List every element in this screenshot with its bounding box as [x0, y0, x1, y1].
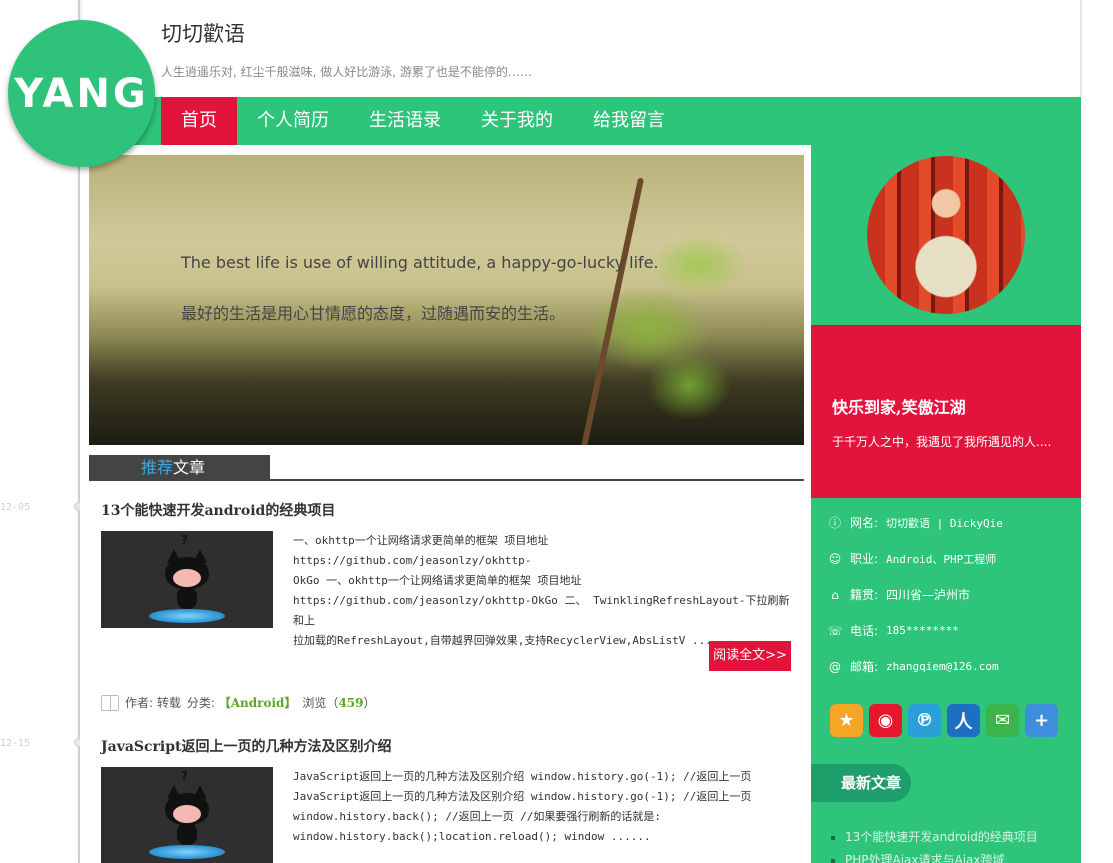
- article-thumbnail[interactable]: ?: [101, 767, 273, 863]
- phone-icon: ☏: [827, 623, 843, 638]
- octocat-icon: [161, 785, 213, 845]
- site-title[interactable]: 切切歡语: [161, 18, 245, 48]
- section-heading-highlight: 推荐: [141, 458, 174, 477]
- info-value: 四川省—泸州市: [886, 588, 971, 602]
- latest-articles-heading: 最新文章: [811, 764, 911, 802]
- tencent-weibo-icon[interactable]: ℗: [908, 704, 941, 737]
- article-thumbnail[interactable]: ?: [101, 531, 273, 628]
- info-label: 职业:: [850, 552, 879, 566]
- home-icon: ⌂: [831, 587, 839, 602]
- question-mark-icon: ?: [181, 769, 188, 783]
- info-label: 籍贯:: [850, 588, 879, 602]
- info-label: 网名:: [850, 516, 879, 530]
- motto-subtitle: 于千万人之中，我遇见了我所遇见的人....: [832, 435, 1052, 449]
- meta-category-label: 分类:: [186, 696, 219, 710]
- latest-article-link[interactable]: PHP处理Ajax请求与Ajax跨域: [831, 849, 1038, 863]
- nav-guestbook[interactable]: 给我留言: [581, 97, 677, 145]
- read-more-button[interactable]: 阅读全文>>: [709, 641, 791, 671]
- nav-home[interactable]: 首页: [161, 97, 237, 145]
- wechat-icon[interactable]: ✉: [986, 704, 1019, 737]
- banner-stem: [579, 177, 645, 445]
- logo-text: YANG: [14, 70, 149, 117]
- info-value: Android、PHP工程师: [886, 552, 997, 566]
- meta-views-end: ）: [363, 696, 376, 710]
- article-excerpt: JavaScript返回上一页的几种方法及区别介绍 window.history…: [293, 767, 791, 847]
- section-divider: [89, 479, 804, 481]
- nav-quotes[interactable]: 生活语录: [357, 97, 453, 145]
- banner-image[interactable]: The best life is use of willing attitude…: [89, 155, 804, 445]
- excerpt-line: window.history.back(); //返回上一页 //如果要强行刷新…: [293, 810, 662, 823]
- meta-author: 作者: 转载: [125, 696, 181, 710]
- article-title[interactable]: JavaScript返回上一页的几种方法及区别介绍: [101, 736, 392, 756]
- info-value: zhangqiem@126.com: [886, 660, 999, 673]
- excerpt-line: 一、okhttp一个让网络请求更简单的框架 项目地址 https://githu…: [293, 534, 549, 567]
- portal-icon: [149, 845, 225, 859]
- weibo-icon[interactable]: ◉: [869, 704, 902, 737]
- user-icon: ☺: [828, 551, 842, 566]
- page-border: [1080, 0, 1082, 97]
- excerpt-line: OkGo 一、okhttp一个让网络请求更简单的框架 项目地址: [293, 574, 582, 587]
- octocat-icon: [161, 549, 213, 609]
- excerpt-line: JavaScript返回上一页的几种方法及区别介绍 window.history…: [293, 770, 752, 783]
- timeline-date: 12-15: [0, 738, 31, 749]
- info-label: 邮箱:: [850, 660, 879, 674]
- meta-views-label: 浏览（: [302, 696, 339, 710]
- info-phone: ☏ 电话: 185********: [828, 622, 959, 639]
- info-nickname: ⓘ 网名: 切切歡语 | DickyQie: [828, 514, 1003, 531]
- info-hometown: ⌂ 籍贯: 四川省—泸州市: [828, 586, 970, 603]
- banner-quote-zh: 最好的生活是用心甘情愿的态度，过随遇而安的生活。: [181, 304, 566, 323]
- info-icon: ⓘ: [828, 516, 841, 530]
- motto-title: 快乐到家,笑傲江湖: [832, 398, 966, 417]
- site-logo[interactable]: YANG: [8, 20, 155, 167]
- nav-about[interactable]: 关于我的: [469, 97, 565, 145]
- social-share-bar: ★ ◉ ℗ 人 ✉ +: [830, 704, 1058, 737]
- meta-views-count: 459: [338, 696, 364, 710]
- info-value: 切切歡语 | DickyQie: [886, 516, 1003, 530]
- at-icon: @: [829, 659, 841, 674]
- banner-quote-en: The best life is use of willing attitude…: [181, 253, 659, 272]
- info-label: 电话:: [850, 624, 879, 638]
- more-share-icon[interactable]: +: [1025, 704, 1058, 737]
- avatar: [867, 156, 1025, 314]
- nav-resume[interactable]: 个人简历: [245, 97, 341, 145]
- article-title[interactable]: 13个能快速开发android的经典项目: [101, 500, 335, 520]
- renren-icon[interactable]: 人: [947, 704, 980, 737]
- main-nav: 首页 个人简历 生活语录 关于我的 给我留言: [80, 97, 1081, 145]
- info-job: ☺ 职业: Android、PHP工程师: [828, 550, 997, 567]
- section-heading: 推荐文章: [89, 455, 270, 480]
- question-mark-icon: ?: [181, 533, 188, 547]
- portal-icon: [149, 609, 225, 623]
- section-heading-rest: 文章: [173, 458, 206, 477]
- excerpt-line: window.history.back();location.reload();…: [293, 830, 651, 843]
- excerpt-line: JavaScript返回上一页的几种方法及区别介绍 window.history…: [293, 790, 752, 803]
- info-value: 185********: [886, 624, 959, 637]
- latest-article-link[interactable]: 13个能快速开发android的经典项目: [831, 826, 1038, 849]
- book-icon: [101, 694, 119, 711]
- article-excerpt: 一、okhttp一个让网络请求更简单的框架 项目地址 https://githu…: [293, 531, 791, 651]
- timeline-date: 12-05: [0, 502, 31, 513]
- info-email: @ 邮箱: zhangqiem@126.com: [828, 658, 999, 675]
- qzone-icon[interactable]: ★: [830, 704, 863, 737]
- latest-articles-list: 13个能快速开发android的经典项目 PHP处理Ajax请求与Ajax跨域: [831, 826, 1038, 863]
- excerpt-line: https://github.com/jeasonlzy/okhttp-OkGo…: [293, 594, 790, 627]
- site-subtitle: 人生逍遥乐对, 红尘千般滋味, 做人好比游泳, 游累了也是不能停的……: [161, 65, 532, 79]
- meta-category-link[interactable]: 【Android】: [219, 696, 297, 710]
- article-meta: 作者: 转载 分类: 【Android】 浏览（459）: [101, 694, 376, 711]
